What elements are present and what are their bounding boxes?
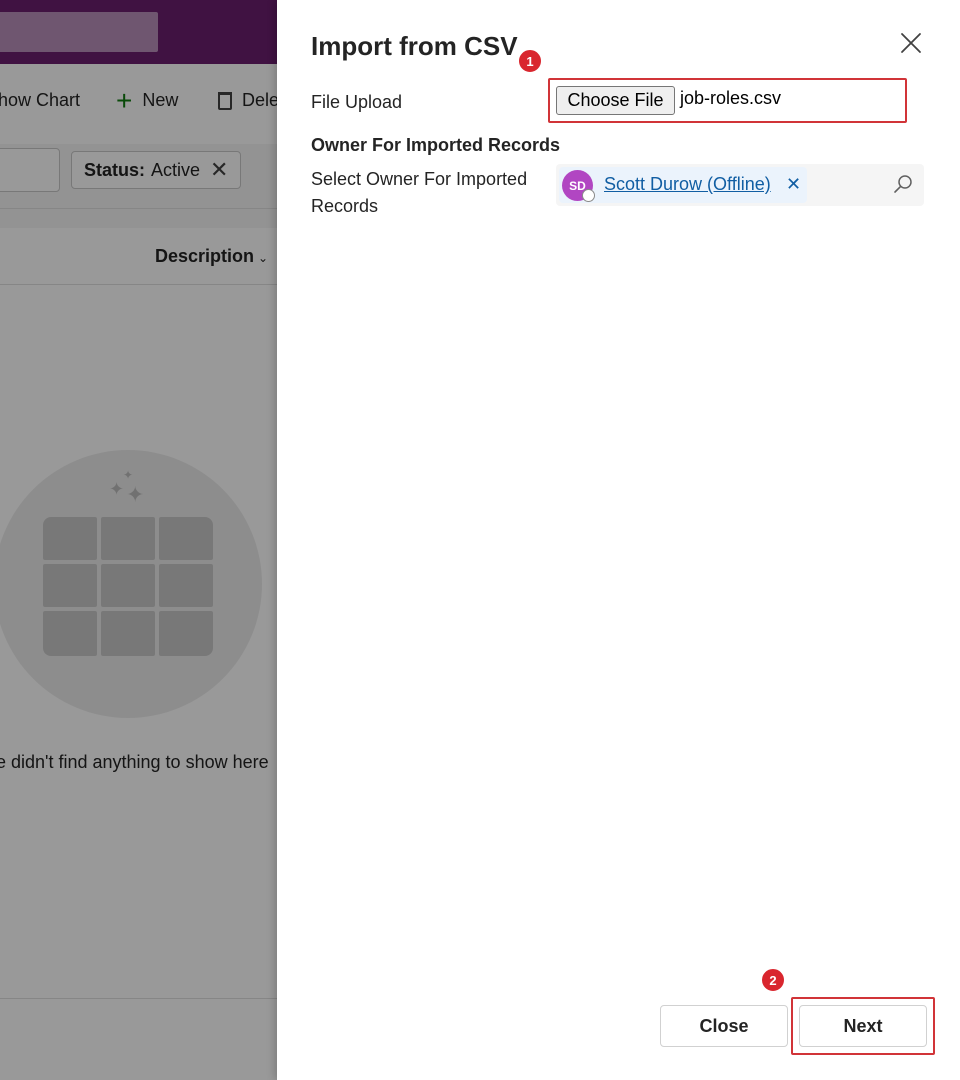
- search-icon[interactable]: [892, 173, 914, 195]
- file-upload-label: File Upload: [311, 92, 403, 112]
- presence-offline-icon: [582, 189, 595, 202]
- dialog-title: Import from CSV: [311, 31, 518, 61]
- modal-overlay[interactable]: [0, 0, 277, 1080]
- selected-file-name: job-roles.csv: [680, 88, 782, 108]
- owner-field-label-line1: Select Owner For Imported: [311, 169, 528, 189]
- close-button[interactable]: Close: [660, 1005, 788, 1047]
- background-app: how Chart + New Dele Status: Active ✕ De…: [0, 0, 277, 1080]
- owner-section-heading: Owner For Imported Records: [311, 135, 561, 155]
- remove-owner-icon[interactable]: ✕: [786, 174, 801, 195]
- step-badge-1: 1: [517, 48, 543, 74]
- owner-field-label-line2: Records: [311, 196, 379, 216]
- import-dialog: Import from CSV File Upload Choose File …: [277, 0, 960, 1080]
- choose-file-button[interactable]: Choose File: [556, 86, 675, 115]
- next-button[interactable]: Next: [799, 1005, 927, 1047]
- step-badge-2: 2: [760, 967, 786, 993]
- close-icon[interactable]: [898, 30, 924, 56]
- owner-name-link[interactable]: Scott Durow (Offline): [604, 174, 771, 195]
